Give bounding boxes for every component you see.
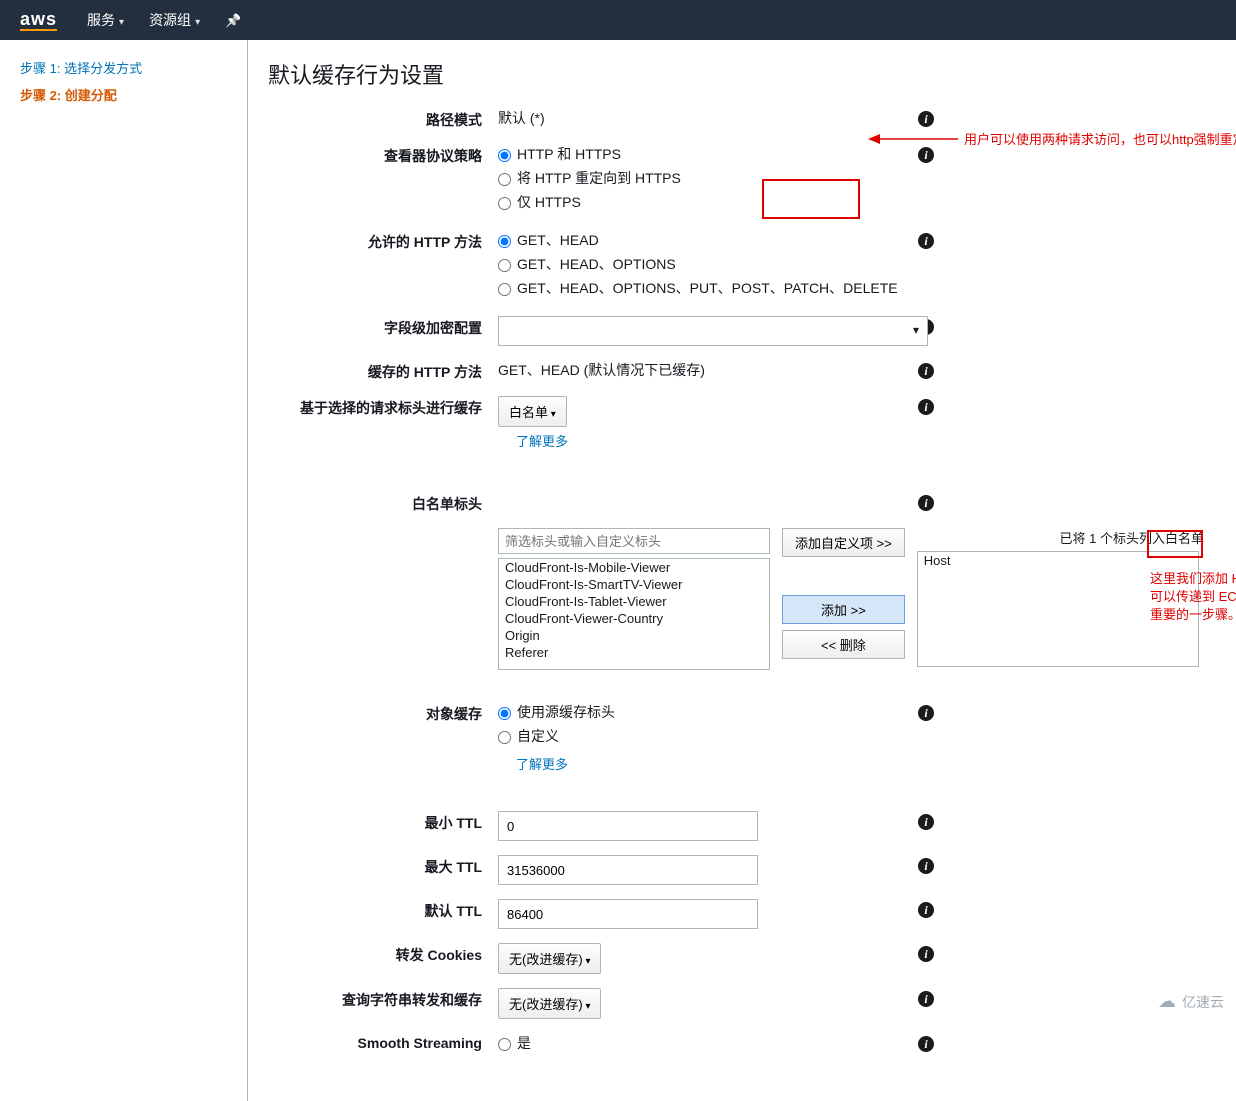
select-field-encryption[interactable] [498,316,928,346]
radio-http-1[interactable]: GET、HEAD [498,230,918,250]
info-icon[interactable] [918,902,934,918]
radio-oc-1[interactable]: 使用源缓存标头 [498,702,918,722]
info-icon[interactable] [918,858,934,874]
info-icon[interactable] [918,111,934,127]
label-default-ttl: 默认 TTL [268,899,498,921]
label-cached-http: 缓存的 HTTP 方法 [268,360,498,382]
main-content: 默认缓存行为设置 路径模式 默认 (*) 查看器协议策略 HTTP 和 HTTP… [248,40,1236,1101]
list-item[interactable]: Host [918,552,1198,569]
learn-more-link[interactable]: 了解更多 [516,754,568,773]
cloud-icon [1158,991,1176,1012]
info-icon[interactable] [918,991,934,1007]
list-item[interactable]: CloudFront-Is-Mobile-Viewer [499,559,769,576]
watermark: 亿速云 [1158,991,1224,1012]
label-field-encryption: 字段级加密配置 [268,316,498,338]
label-max-ttl: 最大 TTL [268,855,498,877]
label-viewer-protocol: 查看器协议策略 [268,144,498,166]
info-icon[interactable] [918,814,934,830]
list-item[interactable]: CloudFront-Is-Tablet-Viewer [499,593,769,610]
label-smooth-streaming: Smooth Streaming [268,1033,498,1051]
step-1-link[interactable]: 步骤 1: 选择分发方式 [20,58,247,77]
page-title: 默认缓存行为设置 [268,58,1216,90]
info-icon[interactable] [918,495,934,511]
label-allowed-http: 允许的 HTTP 方法 [268,230,498,252]
list-item[interactable]: CloudFront-Viewer-Country [499,610,769,627]
label-min-ttl: 最小 TTL [268,811,498,833]
list-item[interactable]: Referer [499,644,769,661]
input-max-ttl[interactable] [498,855,758,885]
input-default-ttl[interactable] [498,899,758,929]
input-min-ttl[interactable] [498,811,758,841]
label-cache-headers: 基于选择的请求标头进行缓存 [268,396,498,418]
annotation-text-2: 这里我们添加 Host 白名单，这样我们请求的 host 才可以传递到 EC2 … [1150,570,1236,624]
label-object-caching: 对象缓存 [268,702,498,724]
radio-ss-yes[interactable]: 是 [498,1033,918,1053]
radio-http-2[interactable]: GET、HEAD、OPTIONS [498,254,918,274]
info-icon[interactable] [918,946,934,962]
radio-vp-2[interactable]: 将 HTTP 重定向到 HTTPS [498,168,918,188]
label-whitelist-headers: 白名单标头 [268,492,498,514]
remove-btn[interactable]: << 删除 [782,630,905,659]
nav-services[interactable]: 服务 [87,10,124,30]
filter-headers-input[interactable] [498,528,770,554]
learn-more-link[interactable]: 了解更多 [516,431,568,450]
info-icon[interactable] [918,705,934,721]
label-query-string: 查询字符串转发和缓存 [268,988,498,1010]
info-icon[interactable] [918,147,934,163]
add-custom-btn[interactable]: 添加自定义项 >> [782,528,905,557]
list-item[interactable]: Origin [499,627,769,644]
info-icon[interactable] [918,233,934,249]
radio-oc-2[interactable]: 自定义 [498,726,918,746]
available-headers-list[interactable]: CloudFront-Is-Mobile-ViewerCloudFront-Is… [498,558,770,670]
whitelisted-count: 已将 1 个标头列入白名单 [917,528,1216,547]
query-string-select[interactable]: 无(改进缓存) [498,988,601,1019]
top-navbar: aws 服务 资源组 [0,0,1236,40]
forward-cookies-select[interactable]: 无(改进缓存) [498,943,601,974]
annotation-text-1: 用户可以使用两种请求访问，也可以http强制重定向到 https [964,129,1236,148]
step-2-link[interactable]: 步骤 2: 创建分配 [20,85,247,104]
list-item[interactable]: CloudFront-Is-SmartTV-Viewer [499,576,769,593]
info-icon[interactable] [918,399,934,415]
annotation-arrow-icon [868,132,958,146]
radio-vp-3[interactable]: 仅 HTTPS [498,192,918,212]
radio-vp-1[interactable]: HTTP 和 HTTPS [498,144,918,164]
info-icon[interactable] [918,363,934,379]
nav-resource-groups[interactable]: 资源组 [149,10,200,30]
value-cached-http: GET、HEAD (默认情况下已缓存) [498,360,918,380]
radio-http-3[interactable]: GET、HEAD、OPTIONS、PUT、POST、PATCH、DELETE [498,278,918,298]
label-path-pattern: 路径模式 [268,108,498,130]
value-path-pattern: 默认 (*) [498,108,918,128]
label-forward-cookies: 转发 Cookies [268,943,498,965]
whitelist-select-button[interactable]: 白名单 [498,396,567,427]
add-btn[interactable]: 添加 >> [782,595,905,624]
pin-icon[interactable] [225,12,241,29]
wizard-sidebar: 步骤 1: 选择分发方式 步骤 2: 创建分配 [0,40,248,1101]
aws-logo: aws [20,9,57,31]
info-icon[interactable] [918,1036,934,1052]
